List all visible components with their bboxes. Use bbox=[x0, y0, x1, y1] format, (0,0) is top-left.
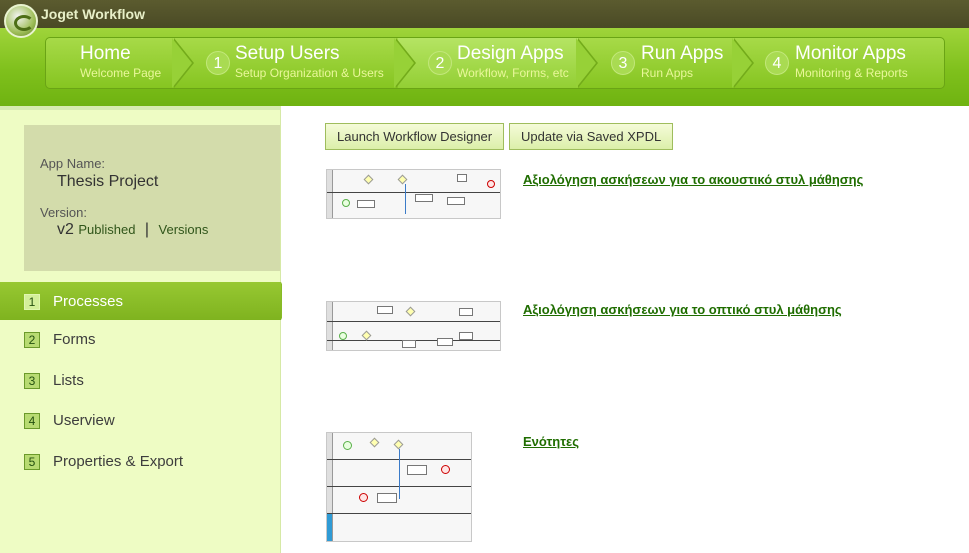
activity-node bbox=[415, 194, 433, 202]
activity-node bbox=[457, 174, 467, 182]
activity-node bbox=[402, 340, 416, 348]
version-value: v2 bbox=[57, 221, 74, 238]
process-thumbnail[interactable] bbox=[326, 301, 501, 351]
versions-link[interactable]: Versions bbox=[159, 222, 209, 237]
step-number-badge: 4 bbox=[765, 51, 789, 75]
link-separator: | bbox=[144, 221, 150, 238]
step-separator-icon bbox=[576, 38, 598, 88]
nav-step-title: Monitor Apps bbox=[795, 43, 906, 64]
sidebar-item-label: Userview bbox=[53, 412, 115, 429]
menu-number-badge: 5 bbox=[24, 453, 40, 470]
activity-node bbox=[437, 338, 453, 346]
version-label: Version: bbox=[40, 205, 87, 220]
sidebar-item-lists[interactable]: 3 Lists bbox=[0, 361, 290, 402]
menu-number-badge: 4 bbox=[24, 413, 40, 429]
gateway-icon bbox=[393, 439, 404, 450]
joget-logo-icon[interactable] bbox=[4, 4, 38, 38]
activity-node bbox=[407, 465, 427, 475]
activity-node bbox=[447, 197, 465, 205]
nav-band: Home Welcome Page 1 Setup Users Setup Or… bbox=[0, 28, 969, 106]
update-via-xpdl-button[interactable]: Update via Saved XPDL bbox=[509, 123, 674, 150]
nav-step-subtitle: Workflow, Forms, etc bbox=[457, 66, 569, 80]
nav-step-run-apps[interactable]: 3 Run Apps Run Apps bbox=[611, 38, 731, 88]
menu-number-badge: 3 bbox=[24, 372, 40, 389]
nav-step-design-apps[interactable]: 2 Design Apps Workflow, Forms, etc bbox=[428, 38, 578, 88]
lane-header-selected bbox=[327, 513, 333, 541]
step-number-badge: 3 bbox=[611, 51, 635, 75]
gateway-icon bbox=[405, 306, 416, 317]
launch-workflow-designer-button[interactable]: Launch Workflow Designer bbox=[325, 123, 505, 150]
process-thumbnail[interactable] bbox=[326, 432, 472, 542]
activity-node bbox=[459, 308, 473, 316]
sidebar-item-label: Processes bbox=[53, 293, 124, 310]
sidebar-item-forms[interactable]: 2 Forms bbox=[0, 320, 290, 361]
lane-divider bbox=[327, 192, 500, 193]
sidebar-item-label: Lists bbox=[53, 371, 84, 389]
gateway-icon bbox=[363, 174, 374, 185]
sidebar-item-processes[interactable]: 1 Processes bbox=[0, 282, 290, 320]
nav-step-subtitle: Setup Organization & Users bbox=[235, 66, 384, 80]
sidebar-top-border bbox=[0, 106, 281, 110]
step-separator-icon bbox=[732, 38, 754, 88]
end-event-icon bbox=[359, 493, 368, 502]
step-number-badge: 1 bbox=[206, 51, 230, 75]
nav-step-title: Setup Users bbox=[235, 43, 340, 64]
nav-step-title: Run Apps bbox=[641, 43, 724, 64]
end-event-icon bbox=[487, 180, 495, 188]
process-thumbnail[interactable] bbox=[326, 169, 501, 219]
brand-title: Joget Workflow bbox=[41, 6, 145, 22]
nav-step-setup-users[interactable]: 1 Setup Users Setup Organization & Users bbox=[206, 38, 396, 88]
title-bar bbox=[0, 0, 969, 28]
sidebar-menu: 1 Processes 2 Forms 3 Lists 4 Userview 5… bbox=[0, 282, 290, 482]
process-link[interactable]: Αξιολόγηση ασκήσεων για το οπτικό στυλ μ… bbox=[523, 302, 842, 317]
nav-step-subtitle: Welcome Page bbox=[80, 66, 162, 80]
start-event-icon bbox=[339, 332, 347, 340]
process-link[interactable]: Ενότητες bbox=[523, 434, 579, 449]
published-link[interactable]: Published bbox=[78, 222, 135, 237]
nav-step-monitor-apps[interactable]: 4 Monitor Apps Monitoring & Reports bbox=[765, 38, 940, 88]
step-separator-icon bbox=[172, 38, 194, 88]
nav-step-subtitle: Run Apps bbox=[641, 66, 694, 80]
end-event-icon bbox=[441, 465, 450, 474]
start-event-icon bbox=[343, 441, 352, 450]
nav-step-title: Design Apps bbox=[457, 43, 564, 64]
activity-node bbox=[377, 493, 397, 503]
process-link[interactable]: Αξιολόγηση ασκήσεων για το ακουστικό στυ… bbox=[523, 172, 863, 187]
nav-step-title: Home bbox=[80, 43, 131, 64]
main-content: Launch Workflow Designer Update via Save… bbox=[282, 106, 969, 553]
sidebar-item-label: Properties & Export bbox=[53, 452, 184, 470]
lane-header bbox=[327, 302, 333, 350]
menu-number-badge: 2 bbox=[24, 332, 40, 348]
sidebar-item-label: Forms bbox=[53, 331, 96, 348]
app-name: Thesis Project bbox=[57, 173, 159, 190]
activity-node bbox=[357, 200, 375, 208]
gateway-icon bbox=[361, 330, 372, 341]
lane-divider bbox=[327, 321, 500, 322]
version-row: v2 Published | Versions bbox=[57, 221, 208, 239]
lane-header bbox=[327, 170, 333, 218]
gateway-icon bbox=[369, 437, 380, 448]
connector-line bbox=[399, 449, 400, 499]
step-nav: Home Welcome Page 1 Setup Users Setup Or… bbox=[45, 37, 945, 89]
step-number-badge: 2 bbox=[428, 51, 452, 75]
app-info-panel: App Name: Thesis Project Version: v2 Pub… bbox=[24, 125, 280, 271]
lane-divider bbox=[327, 513, 471, 514]
menu-number-badge: 1 bbox=[24, 294, 40, 310]
start-event-icon bbox=[342, 199, 350, 207]
sidebar-item-userview[interactable]: 4 Userview bbox=[0, 401, 290, 442]
app-name-label: App Name: bbox=[40, 156, 106, 171]
gateway-icon bbox=[397, 174, 408, 185]
activity-node bbox=[377, 306, 393, 314]
activity-node bbox=[459, 332, 473, 340]
nav-step-subtitle: Monitoring & Reports bbox=[795, 66, 908, 80]
step-separator-icon bbox=[394, 38, 416, 88]
sidebar-item-properties-export[interactable]: 5 Properties & Export bbox=[0, 442, 290, 483]
nav-step-home[interactable]: Home Welcome Page bbox=[46, 38, 174, 88]
connector-line bbox=[405, 184, 406, 214]
sidebar: App Name: Thesis Project Version: v2 Pub… bbox=[0, 106, 290, 553]
